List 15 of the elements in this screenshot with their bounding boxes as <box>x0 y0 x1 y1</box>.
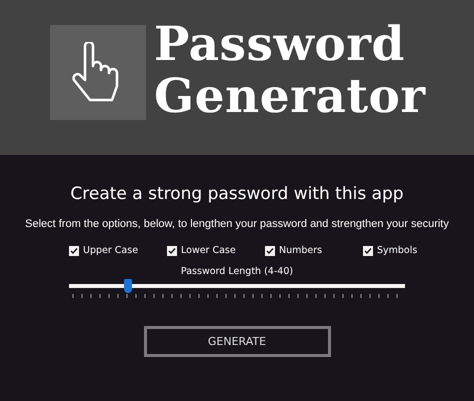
option-label: Numbers <box>279 245 322 256</box>
checkbox[interactable] <box>363 246 373 256</box>
checkbox[interactable] <box>167 246 177 256</box>
option-label: Lower Case <box>181 245 236 256</box>
app-title: Password <box>154 19 406 71</box>
checkbox[interactable] <box>69 246 79 256</box>
option-label: Upper Case <box>83 245 138 256</box>
generate-button[interactable]: GENERATE <box>144 326 330 357</box>
checkbox[interactable] <box>265 246 275 256</box>
app-title: Generator <box>154 71 426 123</box>
length-label: Password Length (4-40) <box>180 266 294 277</box>
heading: Create a strong password with this app <box>70 184 404 204</box>
subtitle: Select from the options, below, to lengthen your password and strengthen your security <box>25 218 449 230</box>
option-label: Symbols <box>377 245 418 256</box>
slider-thumb[interactable] <box>124 279 132 293</box>
